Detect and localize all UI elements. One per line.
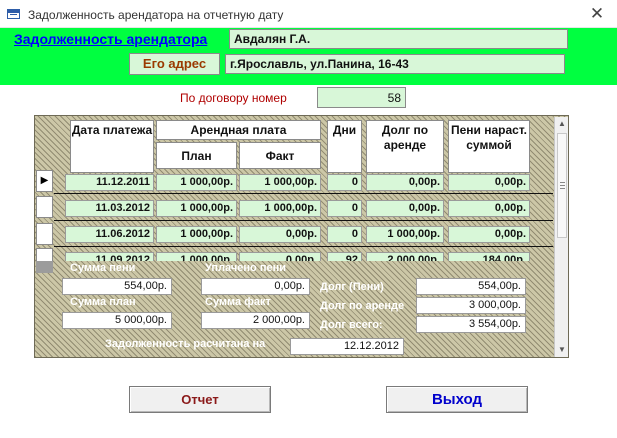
row-selector[interactable] xyxy=(36,196,53,218)
debt-penalty-field[interactable]: 554,00р. xyxy=(416,278,526,295)
close-icon[interactable]: ✕ xyxy=(587,4,607,24)
paid-penalty-field[interactable]: 0,00р. xyxy=(201,278,310,295)
debt-rent-label: Долг по аренде xyxy=(320,300,405,312)
scroll-down-icon[interactable]: ▼ xyxy=(555,343,569,357)
row-debt-cell[interactable]: 0,00р. xyxy=(366,200,444,217)
plan-sum-field[interactable]: 5 000,00р. xyxy=(62,312,172,329)
header-days: Дни xyxy=(327,120,362,173)
scroll-thumb[interactable] xyxy=(557,133,567,238)
row-date-cell[interactable]: 11.06.2012 xyxy=(65,226,154,243)
row-plan-cell[interactable]: 1 000,00р. xyxy=(156,200,237,217)
penalty-sum-field[interactable]: 554,00р. xyxy=(62,278,172,295)
debt-rent-field[interactable]: 3 000,00р. xyxy=(416,297,526,314)
row-divider xyxy=(54,220,553,221)
row-days-cell[interactable]: 0 xyxy=(327,200,362,217)
fact-sum-field[interactable]: 2 000,00р. xyxy=(201,312,310,329)
header-rent: Арендная плата xyxy=(156,120,321,140)
header-payment-date: Дата платежа xyxy=(70,120,154,173)
row-penalty-cell[interactable]: 0,00р. xyxy=(448,226,530,243)
tenant-debt-link[interactable]: Задолженность арендатора xyxy=(14,31,207,47)
row-debt-cell[interactable]: 1 000,00р. xyxy=(366,226,444,243)
row-fact-cell[interactable]: 0,00р. xyxy=(239,226,321,243)
calc-date-label: Задолженность расчитана на xyxy=(105,338,266,350)
exit-button[interactable]: Выход xyxy=(386,386,528,413)
report-button[interactable]: Отчет xyxy=(129,386,271,413)
title-bar: Задолженность арендатора на отчетную дат… xyxy=(0,0,617,28)
row-plan-cell[interactable]: 1 000,00р. xyxy=(156,252,237,261)
grip-icon xyxy=(560,182,565,189)
header-plan: План xyxy=(156,142,237,169)
row-divider xyxy=(54,246,553,247)
debt-total-field[interactable]: 3 554,00р. xyxy=(416,316,526,333)
header-rent-debt: Долг по аренде xyxy=(366,120,444,173)
row-debt-cell[interactable]: 0,00р. xyxy=(366,174,444,191)
grid-clip: 11.09.2012 1 000,00р. 0,00р. 92 2 000,00… xyxy=(35,248,553,261)
calc-date-field[interactable]: 12.12.2012 xyxy=(290,338,404,355)
fact-sum-label: Сумма факт xyxy=(205,296,271,308)
address-label: Его адрес xyxy=(129,53,220,75)
row-fact-cell[interactable]: 1 000,00р. xyxy=(239,200,321,217)
header-penalty: Пени нараст. суммой xyxy=(448,120,530,173)
row-penalty-cell[interactable]: 0,00р. xyxy=(448,200,530,217)
row-days-cell[interactable]: 92 xyxy=(327,252,362,261)
header-fact: Факт xyxy=(239,142,321,169)
contract-label: По договору номер xyxy=(180,91,287,105)
penalty-sum-label: Сумма пени xyxy=(70,262,136,274)
row-divider xyxy=(54,193,553,194)
footer-separator xyxy=(36,261,53,273)
row-selector[interactable] xyxy=(36,223,53,245)
debt-total-label: Долг всего: xyxy=(320,319,383,331)
contract-number-field[interactable]: 58 xyxy=(317,87,406,108)
address-field[interactable]: г.Ярославль, ул.Панина, 16-43 xyxy=(225,54,565,74)
row-plan-cell[interactable]: 1 000,00р. xyxy=(156,174,237,191)
row-date-cell[interactable]: 11.03.2012 xyxy=(65,200,154,217)
payments-panel: Дата платежа Арендная плата План Факт Дн… xyxy=(34,115,569,358)
row-date-cell[interactable]: 11.09.2012 xyxy=(65,252,154,261)
row-days-cell[interactable]: 0 xyxy=(327,226,362,243)
tenant-name-field[interactable]: Авдалян Г.А. xyxy=(229,29,568,49)
current-row-selector[interactable]: ▶ xyxy=(36,170,53,192)
row-debt-cell[interactable]: 2 000,00р. xyxy=(366,252,444,261)
tenant-header: Задолженность арендатора Авдалян Г.А. Ег… xyxy=(0,28,617,85)
plan-sum-label: Сумма план xyxy=(70,296,136,308)
row-selector[interactable] xyxy=(36,248,53,261)
debt-penalty-label: Долг (Пени) xyxy=(320,281,384,293)
row-fact-cell[interactable]: 0,00р. xyxy=(239,252,321,261)
row-date-cell[interactable]: 11.12.2011 xyxy=(65,174,154,191)
scroll-up-icon[interactable]: ▲ xyxy=(555,117,569,131)
row-penalty-cell[interactable]: 0,00р. xyxy=(448,174,530,191)
row-fact-cell[interactable]: 1 000,00р. xyxy=(239,174,321,191)
row-plan-cell[interactable]: 1 000,00р. xyxy=(156,226,237,243)
form-icon xyxy=(7,9,20,19)
window-title: Задолженность арендатора на отчетную дат… xyxy=(28,8,284,22)
row-days-cell[interactable]: 0 xyxy=(327,174,362,191)
paid-penalty-label: Уплачено пени xyxy=(205,262,286,274)
row-penalty-cell[interactable]: 184,00р. xyxy=(448,252,530,261)
vertical-scrollbar[interactable]: ▲ ▼ xyxy=(554,117,568,357)
